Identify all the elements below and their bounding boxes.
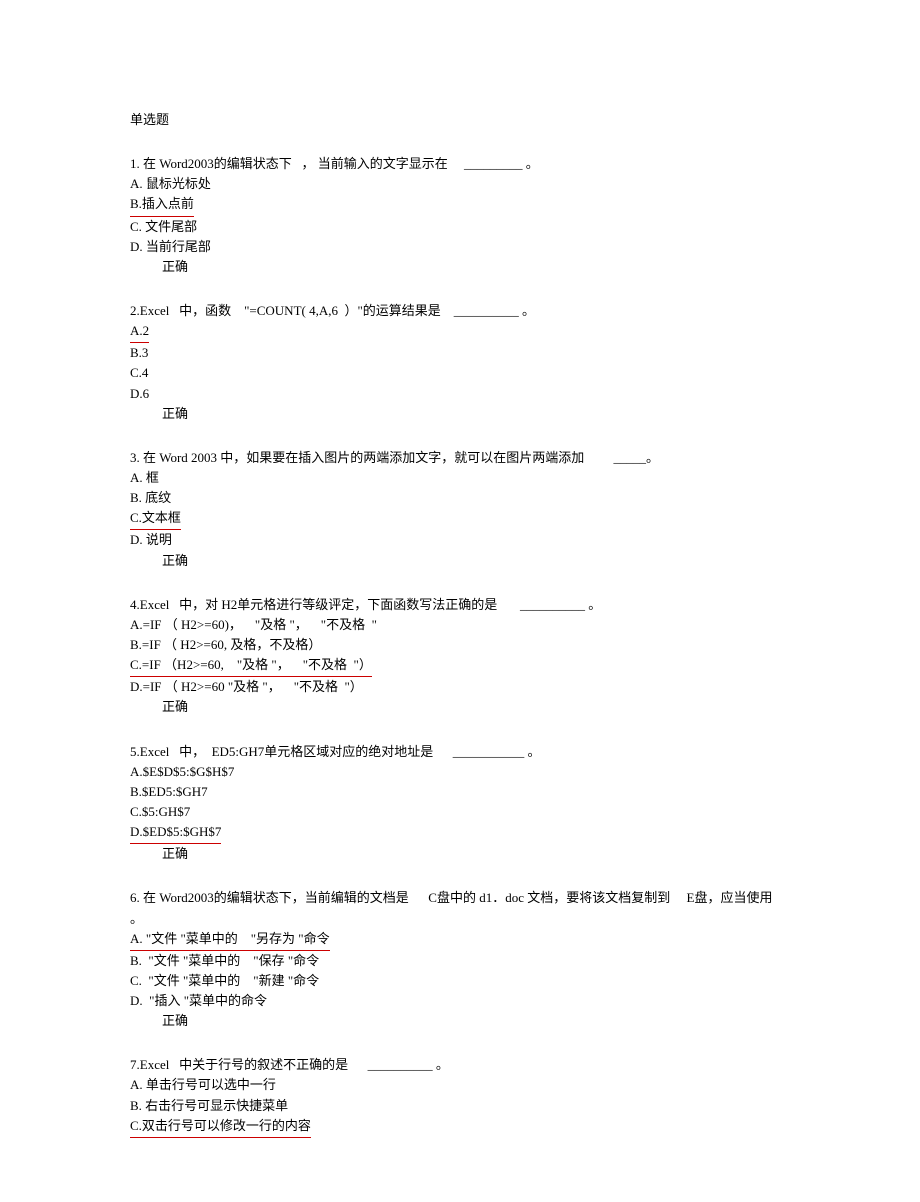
option: B.3 [130,343,790,363]
correct-label: 正确 [162,257,790,277]
option-text-underlined: C.=IF （H2>=60, "及格 "， "不及格 "） [130,655,372,677]
option-text: D. 当前行尾部 [130,239,211,254]
question-block: 5.Excel 中， ED5:GH7单元格区域对应的绝对地址是 ________… [130,742,790,865]
option: B. 右击行号可显示快捷菜单 [130,1096,790,1116]
correct-label: 正确 [162,844,790,864]
option-text: A.=IF （ H2>=60)， "及格 "， "不及格 " [130,617,377,632]
question-block: 1. 在 Word2003的编辑状态下 ， 当前输入的文字显示在 _______… [130,154,790,277]
option: B. "文件 "菜单中的 "保存 "命令 [130,951,790,971]
option: A. 单击行号可以选中一行 [130,1075,790,1095]
option-text: B.$ED5:$GH7 [130,784,208,799]
option: C.文本框 [130,508,790,530]
option-text-underlined: C.文本框 [130,508,181,530]
question-text: 6. 在 Word2003的编辑状态下，当前编辑的文档是 C盘中的 d1．doc… [130,888,790,928]
question-text: 7.Excel 中关于行号的叙述不正确的是 __________ 。 [130,1055,790,1075]
option: C.双击行号可以修改一行的内容 [130,1116,790,1138]
option: C.=IF （H2>=60, "及格 "， "不及格 "） [130,655,790,677]
option: A.=IF （ H2>=60)， "及格 "， "不及格 " [130,615,790,635]
option: C.4 [130,363,790,383]
option: D. 当前行尾部 [130,237,790,257]
correct-label: 正确 [162,1011,790,1031]
question-text: 4.Excel 中，对 H2单元格进行等级评定，下面函数写法正确的是 _____… [130,595,790,615]
correct-label: 正确 [162,404,790,424]
option-text: B. 右击行号可显示快捷菜单 [130,1098,288,1113]
option-text-underlined: D.$ED$5:$GH$7 [130,822,221,844]
option-text-underlined: B.插入点前 [130,194,194,216]
question-text: 2.Excel 中，函数 "=COUNT( 4,A,6 ）"的运算结果是 ___… [130,301,790,321]
option: D.6 [130,384,790,404]
option: D. 说明 [130,530,790,550]
question-block: 7.Excel 中关于行号的叙述不正确的是 __________ 。 A. 单击行… [130,1055,790,1138]
option-text: B.3 [130,345,148,360]
question-block: 6. 在 Word2003的编辑状态下，当前编辑的文档是 C盘中的 d1．doc… [130,888,790,1031]
option-text: B.=IF （ H2>=60, 及格，不及格） [130,637,321,652]
option: D. "插入 "菜单中的命令 [130,991,790,1011]
question-block: 4.Excel 中，对 H2单元格进行等级评定，下面函数写法正确的是 _____… [130,595,790,718]
option: A. "文件 "菜单中的 "另存为 "命令 [130,929,790,951]
option: B.插入点前 [130,194,790,216]
correct-label: 正确 [162,697,790,717]
question-text: 1. 在 Word2003的编辑状态下 ， 当前输入的文字显示在 _______… [130,154,790,174]
option: C.$5:GH$7 [130,802,790,822]
option-text: B. 底纹 [130,490,171,505]
option: C. "文件 "菜单中的 "新建 "命令 [130,971,790,991]
option-text: A. 鼠标光标处 [130,176,211,191]
option-text: D. 说明 [130,532,172,547]
question-text: 3. 在 Word 2003 中，如果要在插入图片的两端添加文字，就可以在图片两… [130,448,790,468]
option: D.$ED$5:$GH$7 [130,822,790,844]
option-text: B. "文件 "菜单中的 "保存 "命令 [130,953,319,968]
option-text: C. "文件 "菜单中的 "新建 "命令 [130,973,319,988]
option-text: D.6 [130,386,149,401]
option: D.=IF （ H2>=60 "及格 "， "不及格 "） [130,677,790,697]
option: A.2 [130,321,790,343]
option: B.=IF （ H2>=60, 及格，不及格） [130,635,790,655]
option: C. 文件尾部 [130,217,790,237]
question-text: 5.Excel 中， ED5:GH7单元格区域对应的绝对地址是 ________… [130,742,790,762]
questions-container: 1. 在 Word2003的编辑状态下 ， 当前输入的文字显示在 _______… [130,154,790,1138]
option: A.$E$D$5:$G$H$7 [130,762,790,782]
option: A. 框 [130,468,790,488]
option-text: A. 单击行号可以选中一行 [130,1077,276,1092]
question-block: 3. 在 Word 2003 中，如果要在插入图片的两端添加文字，就可以在图片两… [130,448,790,571]
option-text: A.$E$D$5:$G$H$7 [130,764,234,779]
option: B.$ED5:$GH7 [130,782,790,802]
option-text: C.4 [130,365,148,380]
option-text: C.$5:GH$7 [130,804,190,819]
option-text: A. 框 [130,470,159,485]
correct-label: 正确 [162,551,790,571]
section-header: 单选题 [130,110,790,130]
question-block: 2.Excel 中，函数 "=COUNT( 4,A,6 ）"的运算结果是 ___… [130,301,790,424]
document-page: 单选题 1. 在 Word2003的编辑状态下 ， 当前输入的文字显示在 ___… [0,0,920,1202]
option-text: C. 文件尾部 [130,219,197,234]
option: A. 鼠标光标处 [130,174,790,194]
option: B. 底纹 [130,488,790,508]
option-text: D. "插入 "菜单中的命令 [130,993,267,1008]
option-text: D.=IF （ H2>=60 "及格 "， "不及格 "） [130,679,363,694]
option-text-underlined: C.双击行号可以修改一行的内容 [130,1116,311,1138]
option-text-underlined: A. "文件 "菜单中的 "另存为 "命令 [130,929,330,951]
option-text-underlined: A.2 [130,321,149,343]
